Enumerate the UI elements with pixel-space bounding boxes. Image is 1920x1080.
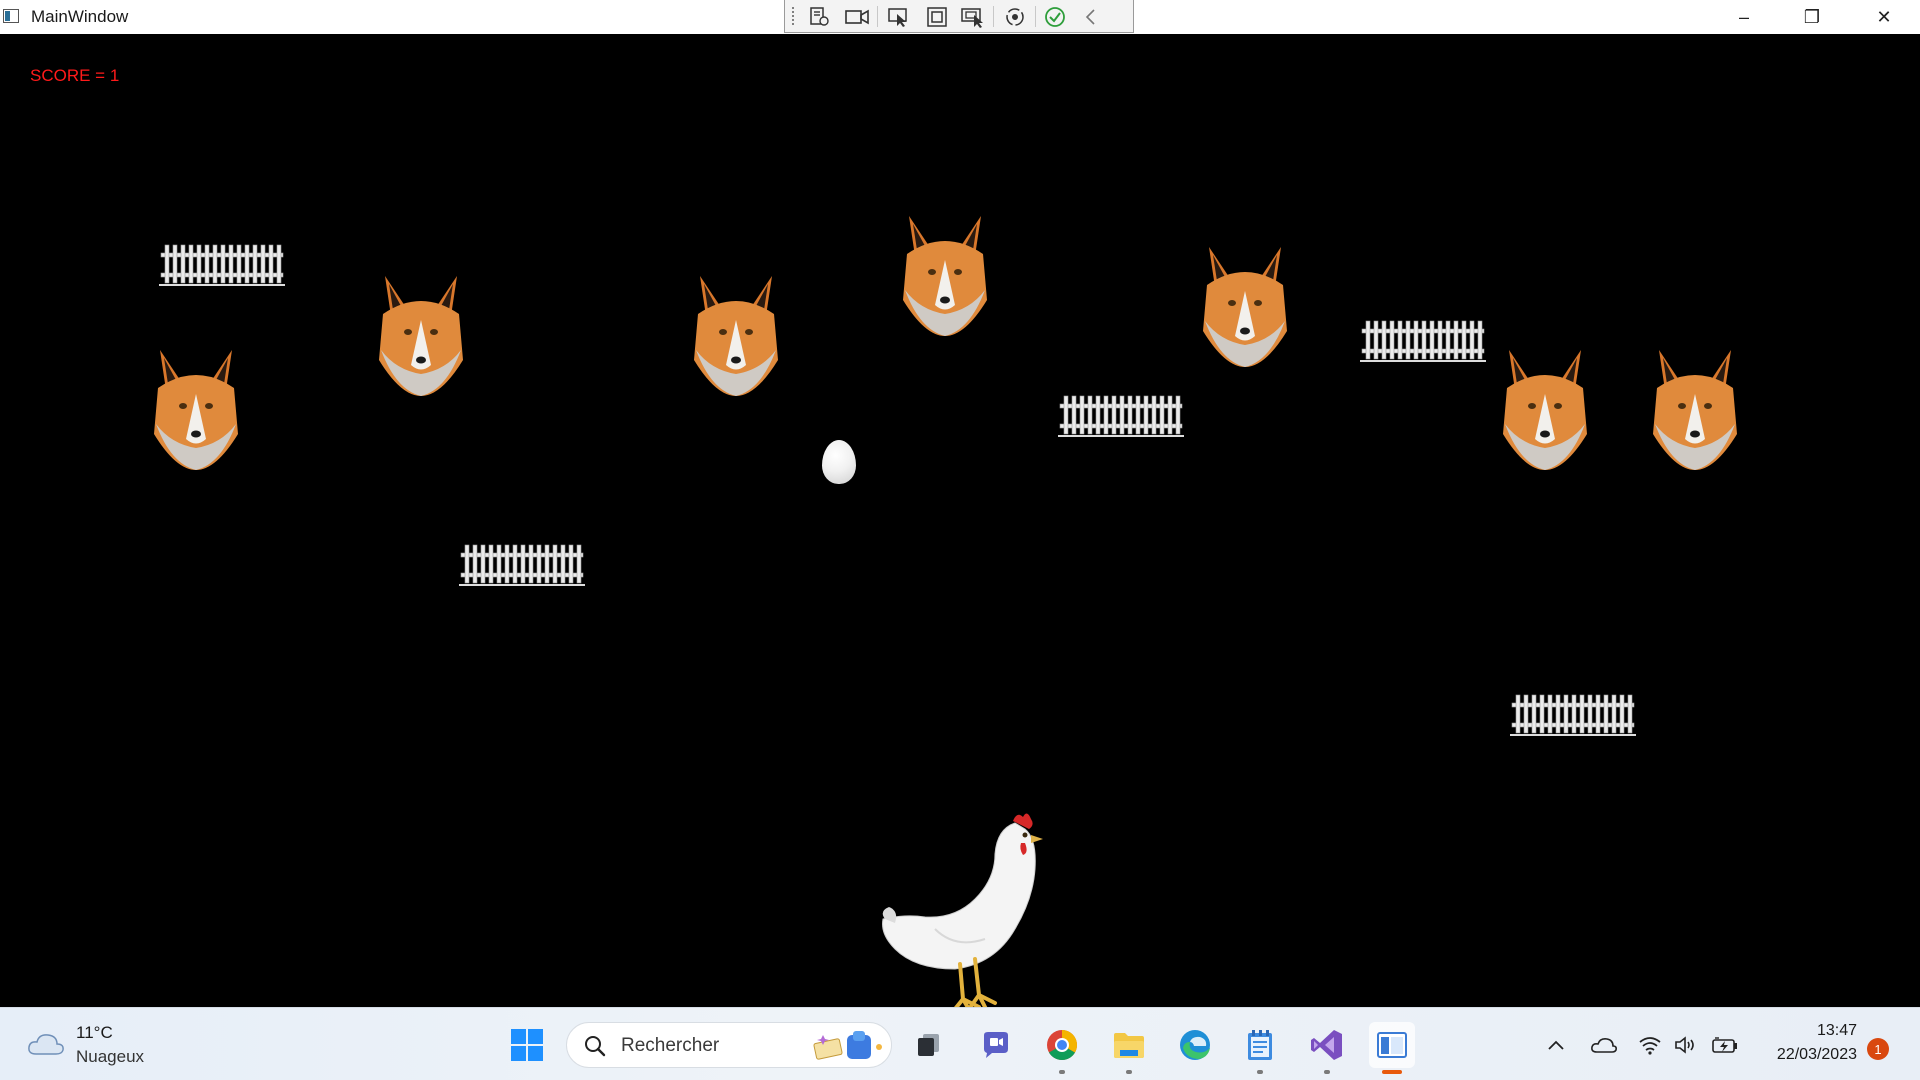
- window-title: MainWindow: [31, 7, 129, 26]
- fence-obstacle: [1510, 694, 1636, 736]
- task-view-icon[interactable]: [906, 1022, 952, 1068]
- display-layout-adorners-icon[interactable]: [923, 4, 951, 29]
- search-highlight-icon: [813, 1031, 882, 1060]
- notepad-icon[interactable]: [1237, 1022, 1283, 1074]
- clock-time[interactable]: 13:47: [1817, 1022, 1857, 1040]
- hot-reload-icon[interactable]: [1001, 4, 1029, 29]
- running-indicator: [1324, 1070, 1330, 1074]
- fox-enemy: [1503, 350, 1587, 470]
- track-focus-icon[interactable]: [959, 4, 987, 29]
- fence-obstacle: [459, 544, 585, 586]
- app-window-icon: [3, 9, 19, 23]
- search-icon: [585, 1036, 606, 1057]
- teams-chat-icon[interactable]: [973, 1022, 1019, 1068]
- visual-studio-icon[interactable]: [1304, 1022, 1350, 1074]
- wifi-icon[interactable]: [1636, 1028, 1664, 1062]
- fox-enemy: [1653, 350, 1737, 470]
- running-indicator: [1257, 1070, 1263, 1074]
- fence-obstacle: [159, 244, 285, 286]
- minimize-button[interactable]: –: [1710, 0, 1778, 34]
- taskbar: 11°C Nuageux Rechercher 13:47 22/03/2023…: [0, 1007, 1920, 1080]
- xaml-debug-toolbar: [784, 0, 1134, 33]
- chrome-icon[interactable]: [1039, 1022, 1085, 1074]
- clock-date[interactable]: 22/03/2023: [1777, 1046, 1857, 1064]
- score-label: SCORE = 1: [30, 66, 120, 85]
- toolbar-grip-icon[interactable]: [791, 6, 795, 26]
- fox-enemy: [1203, 247, 1287, 367]
- edge-icon[interactable]: [1172, 1022, 1218, 1068]
- weather-description[interactable]: Nuageux: [76, 1047, 144, 1067]
- notification-badge[interactable]: 1: [1867, 1038, 1889, 1060]
- search-placeholder: Rechercher: [621, 1035, 720, 1056]
- fox-enemy: [379, 276, 463, 396]
- battery-icon[interactable]: [1710, 1028, 1740, 1062]
- running-indicator: [1126, 1070, 1132, 1074]
- search-box[interactable]: Rechercher: [566, 1022, 892, 1068]
- active-indicator: [1382, 1070, 1402, 1074]
- chevron-up-icon[interactable]: [1544, 1028, 1568, 1062]
- fence-obstacle: [1360, 320, 1486, 362]
- running-indicator: [1059, 1070, 1065, 1074]
- fox-enemy: [694, 276, 778, 396]
- select-element-icon[interactable]: [885, 4, 913, 29]
- fox-enemy: [903, 216, 987, 336]
- running-app-icon[interactable]: [1369, 1022, 1415, 1074]
- hen-player[interactable]: [875, 799, 1045, 1029]
- restore-button[interactable]: ❐: [1778, 0, 1846, 34]
- live-visual-tree-icon[interactable]: [805, 4, 833, 29]
- game-canvas[interactable]: SCORE = 1: [0, 34, 1920, 1016]
- verify-icon[interactable]: [1041, 4, 1069, 29]
- volume-icon[interactable]: [1672, 1028, 1700, 1062]
- collapse-chevron-icon[interactable]: [1077, 4, 1105, 29]
- title-bar: MainWindow – ❐ ✕: [0, 0, 1920, 35]
- cloud-weather-icon[interactable]: [26, 1030, 66, 1058]
- windows-start-icon[interactable]: [504, 1022, 550, 1068]
- fence-obstacle: [1058, 395, 1184, 437]
- weather-temperature[interactable]: 11°C: [76, 1023, 113, 1043]
- fox-enemy: [154, 350, 238, 470]
- record-icon[interactable]: [843, 4, 871, 29]
- onedrive-icon[interactable]: [1588, 1028, 1620, 1062]
- file-explorer-icon[interactable]: [1106, 1022, 1152, 1074]
- egg-projectile: [822, 440, 856, 484]
- close-button[interactable]: ✕: [1850, 0, 1918, 34]
